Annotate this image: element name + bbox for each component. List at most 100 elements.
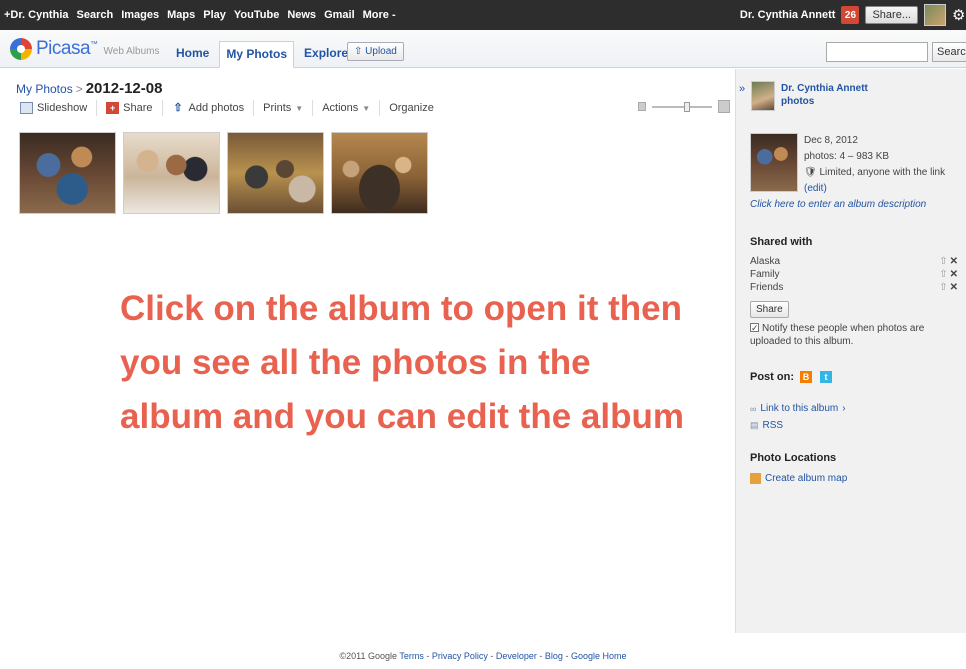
shared-with-list: Alaska ⇧✕ Family ⇧✕ Friends ⇧✕ [750,255,960,294]
breadcrumb-separator: > [75,82,83,96]
shared-with-heading: Shared with [750,236,813,248]
upload-label: Upload [365,46,397,57]
upload-icon[interactable]: ⇧ [939,282,949,293]
chevron-down-icon: ▼ [362,103,371,113]
blogger-icon[interactable]: B [800,371,812,383]
photo-thumbnail[interactable] [227,132,324,214]
link-to-album[interactable]: ∞ Link to this album › [750,403,846,414]
close-icon[interactable]: ✕ [950,282,960,293]
footer-link-google-home[interactable]: Google Home [571,651,627,661]
thumbnail-size-slider[interactable] [638,100,730,113]
gbar-link-play[interactable]: Play [203,9,226,21]
picasa-logo-icon [10,38,32,60]
visibility-edit-link[interactable]: (edit) [804,183,827,194]
share-label: Share [123,102,153,114]
picasa-logo[interactable]: Picasa™ Web Albums [10,38,159,60]
rss-link[interactable]: ▤ RSS [750,420,783,431]
list-item: Family ⇧✕ [750,268,960,281]
photo-locations-heading: Photo Locations [750,452,837,464]
gbar-link-images[interactable]: Images [121,9,159,21]
gbar-link-news[interactable]: News [287,9,316,21]
slider-handle[interactable] [684,101,690,112]
organize-button[interactable]: Organize [380,100,443,116]
google-bar: +Dr. Cynthia Search Images Maps Play You… [0,0,966,30]
copyright: ©2011 Google [339,651,398,661]
share-button[interactable]: + Share [97,100,163,116]
breadcrumb-my-photos[interactable]: My Photos [16,82,73,96]
panel-share-button[interactable]: Share [750,301,789,318]
google-bar-links: +Dr. Cynthia Search Images Maps Play You… [0,9,396,21]
chevron-down-icon: ▼ [295,103,304,113]
search-input[interactable] [826,42,928,62]
gbar-link-youtube[interactable]: YouTube [234,9,279,21]
breadcrumb: My Photos > 2012-12-08 [16,80,162,97]
shared-group-name: Friends [750,282,784,293]
list-item: Friends ⇧✕ [750,281,960,294]
gbar-user-name[interactable]: Dr. Cynthia Annett [740,9,836,21]
slider-track[interactable] [652,101,712,112]
row-actions: ⇧✕ [939,255,960,268]
globe-icon: 🛡 [804,167,817,178]
list-item: Alaska ⇧✕ [750,255,960,268]
shared-group-name: Alaska [750,256,781,267]
notify-option: ✓ Notify these people when photos are upl… [750,322,960,348]
large-thumb-icon [718,100,730,113]
album-visibility: 🛡 Limited, anyone with the link (edit) [804,165,966,197]
tab-home[interactable]: Home [170,41,215,68]
chevron-right-icon: › [842,403,846,414]
post-on-label: Post on: [750,371,794,383]
footer-link-privacy[interactable]: Privacy Policy [432,651,488,661]
gbar-link-profile[interactable]: +Dr. Cynthia [4,9,69,21]
photo-thumbnail[interactable] [331,132,428,214]
add-photos-button[interactable]: ⇧ Add photos [163,100,255,116]
actions-menu[interactable]: Actions ▼ [313,100,381,116]
visibility-text: Limited, anyone with the link [819,167,946,178]
album-cover[interactable] [750,133,798,192]
upload-icon[interactable]: ⇧ [939,269,949,280]
instruction-overlay: Click on the album to open it then you s… [120,282,720,444]
slideshow-button[interactable]: Slideshow [20,100,98,116]
owner-avatar[interactable] [751,81,775,111]
gear-icon[interactable]: ⚙ [952,6,966,24]
search-button[interactable]: Search [932,42,966,62]
instruction-line: Click on the album to open it then [120,289,682,328]
photo-thumbnail[interactable] [19,132,116,214]
album-info-panel: » Dr. Cynthia Annett photos Dec 8, 2012 … [735,69,966,633]
upload-icon[interactable]: ⇧ [939,256,949,267]
map-icon [750,473,761,484]
gbar-link-search[interactable]: Search [77,9,114,21]
create-album-map-link[interactable]: Create album map [750,473,847,484]
twitter-icon[interactable]: t [820,371,832,383]
gbar-link-maps[interactable]: Maps [167,9,195,21]
close-icon[interactable]: ✕ [950,256,960,267]
create-album-map-label: Create album map [765,473,848,484]
notification-badge[interactable]: 26 [841,6,860,24]
notify-label: Notify these people when photos are uplo… [750,323,925,347]
notify-checkbox[interactable]: ✓ [750,323,759,333]
tab-explore[interactable]: Explore [298,41,354,68]
post-on: Post on: B t [750,371,832,383]
gbar-link-more[interactable]: More - [363,9,396,21]
upload-button[interactable]: ⇧ Upload [347,42,404,61]
close-icon[interactable]: ✕ [950,269,960,280]
footer-link-terms[interactable]: Terms [399,651,424,661]
collapse-panel-icon[interactable]: » [739,83,745,95]
organize-label: Organize [389,102,434,114]
gbar-account-area: Dr. Cynthia Annett 26 Share... ⚙ [740,0,966,30]
gbar-link-gmail[interactable]: Gmail [324,9,355,21]
gbar-share-button[interactable]: Share... [865,6,918,24]
owner-link[interactable]: Dr. Cynthia Annett photos [781,82,868,108]
link-icon: ∞ [750,403,757,414]
slideshow-label: Slideshow [37,102,88,114]
photo-thumbnail[interactable] [123,132,220,214]
prints-menu[interactable]: Prints ▼ [254,100,314,116]
album-description-prompt[interactable]: Click here to enter an album description [750,199,926,210]
footer-link-developer[interactable]: Developer [496,651,537,661]
footer: ©2011 Google Terms - Privacy Policy - De… [339,651,627,661]
footer-link-blog[interactable]: Blog [545,651,563,661]
avatar[interactable] [924,4,946,26]
picasa-logo-text: Picasa™ [36,38,98,59]
owner-name: Dr. Cynthia Annett [781,83,868,94]
tab-my-photos[interactable]: My Photos [219,41,295,68]
page-title: 2012-12-08 [85,80,163,97]
